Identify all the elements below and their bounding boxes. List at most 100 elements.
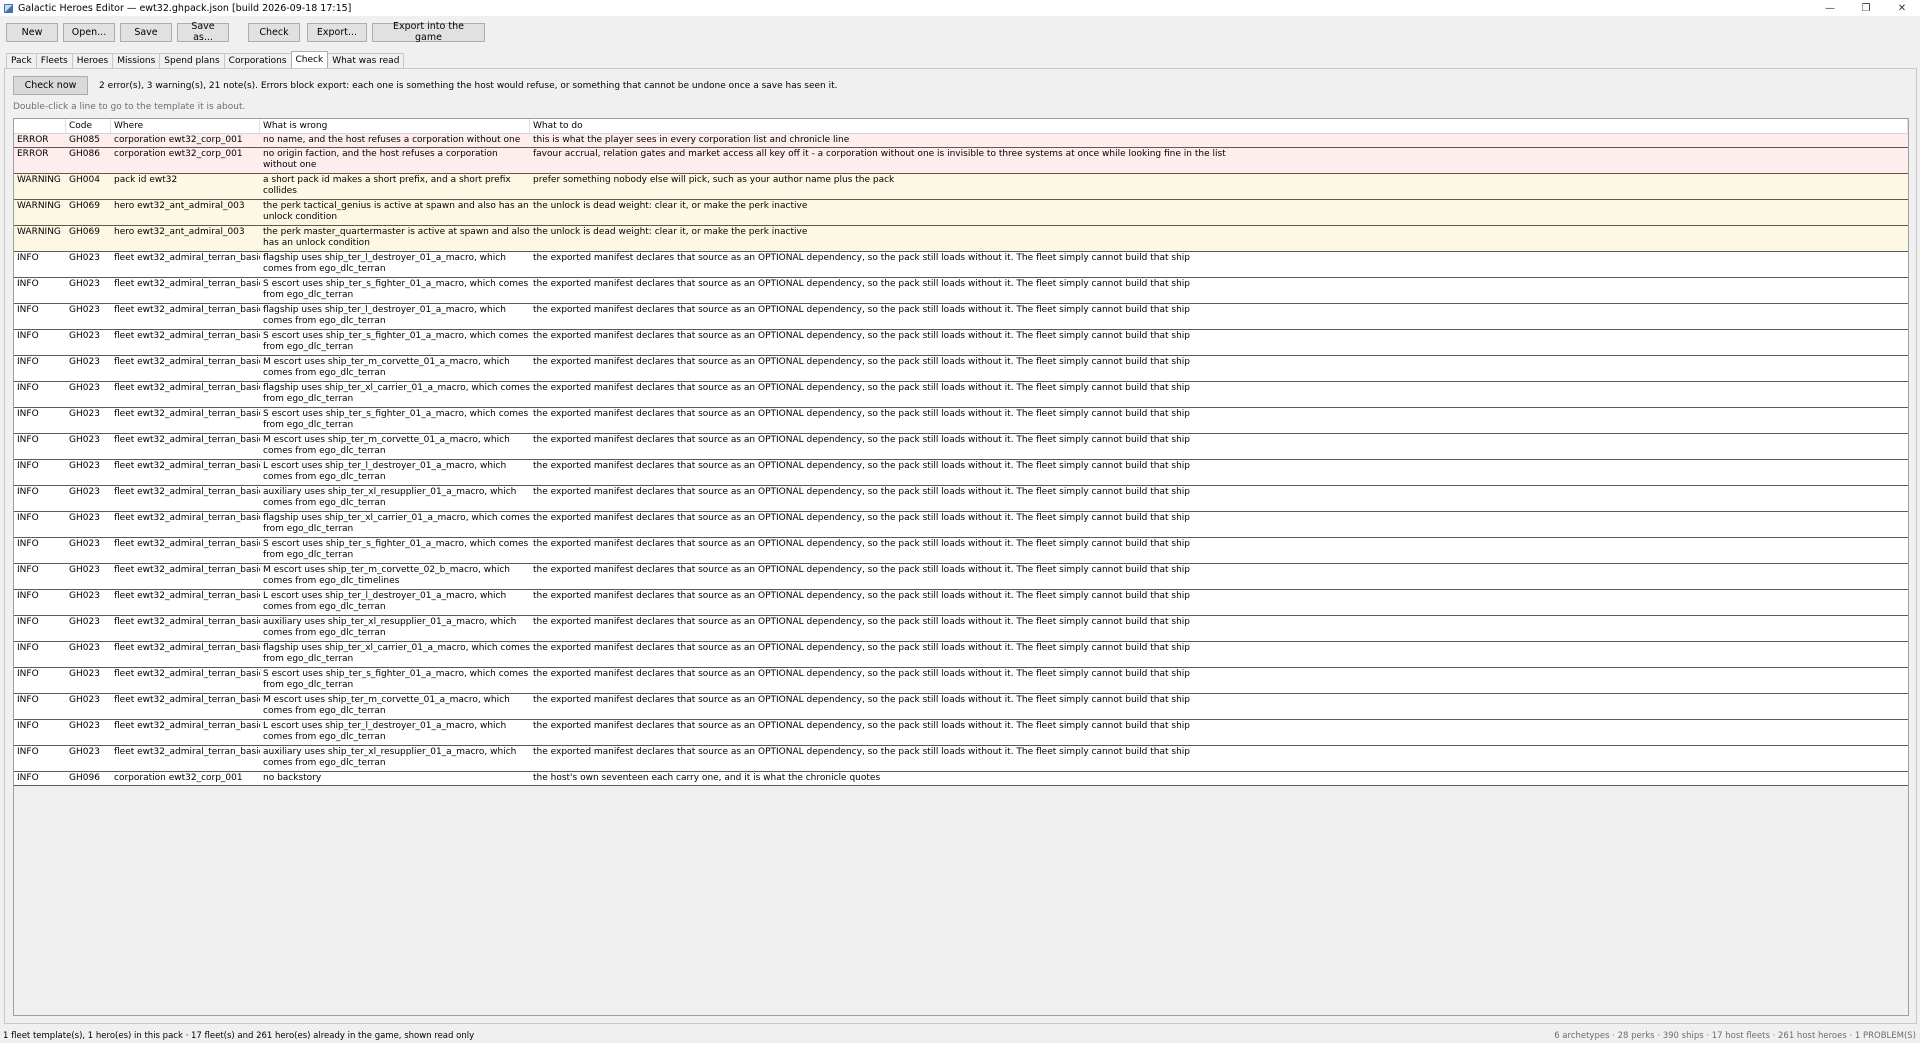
tab-check[interactable]: Check [290,51,329,68]
table-row[interactable]: WARNING GH004 pack id ewt32 a short pack id… [14,174,1908,200]
new-button[interactable]: New [6,22,58,42]
check-now-button[interactable]: Check now [13,76,88,95]
table-row[interactable]: INFO GH023 fleet ewt32_admiral_terran_basi… [14,746,1908,772]
row-severity: INFO [17,253,39,263]
row-where: fleet ewt32_admiral_terran_basic tier [114,747,260,757]
window-title: Galactic Heroes Editor — ewt32.ghpack.js… [18,2,352,14]
table-row[interactable]: INFO GH023 fleet ewt32_admiral_terran_basi… [14,616,1908,642]
row-where: fleet ewt32_admiral_terran_basic tier [114,565,260,575]
row-where: fleet ewt32_admiral_terran_basic tier [114,253,260,263]
tab-fleets[interactable]: Fleets [35,53,73,68]
save-as-button[interactable]: Save as... [177,21,229,43]
row-where: fleet ewt32_admiral_terran_basic tier [114,617,260,627]
table-row[interactable]: WARNING GH069 hero ewt32_ant_admiral_003 th… [14,200,1908,226]
table-row[interactable]: INFO GH023 fleet ewt32_admiral_terran_basi… [14,304,1908,330]
row-what-is-wrong: auxiliary uses ship_ter_xl_resupplier_01… [263,747,517,768]
row-code: GH023 [69,669,100,679]
column-header-code[interactable]: Code [66,119,111,133]
row-where: corporation ewt32_corp_001 [114,773,243,783]
table-row[interactable]: INFO GH023 fleet ewt32_admiral_terran_basi… [14,278,1908,304]
row-where: fleet ewt32_admiral_terran_basic tier [114,305,260,315]
column-header-where[interactable]: Where [111,119,260,133]
row-severity: INFO [17,279,39,289]
tab-pack[interactable]: Pack [6,53,37,68]
row-what-is-wrong: auxiliary uses ship_ter_xl_resupplier_01… [263,617,517,638]
row-severity: WARNING [17,201,61,211]
export-button[interactable]: Export... [307,22,367,42]
column-header-what-is-wrong[interactable]: What is wrong [260,119,530,133]
table-row[interactable]: INFO GH096 corporation ewt32_corp_001 no ba… [14,772,1908,786]
table-row[interactable]: INFO GH023 fleet ewt32_admiral_terran_basi… [14,408,1908,434]
row-code: GH023 [69,461,100,471]
table-row[interactable]: INFO GH023 fleet ewt32_admiral_terran_basi… [14,252,1908,278]
row-what-to-do: the unlock is dead weight: clear it, or … [533,227,808,237]
maximize-button[interactable]: ❐ [1848,0,1884,16]
row-what-to-do: the exported manifest declares that sour… [533,747,1191,757]
row-severity: INFO [17,721,39,731]
table-row[interactable]: INFO GH023 fleet ewt32_admiral_terran_basi… [14,460,1908,486]
row-where: corporation ewt32_corp_001 [114,149,243,159]
column-header-severity[interactable] [14,119,66,133]
table-row[interactable]: INFO GH023 fleet ewt32_admiral_terran_basi… [14,590,1908,616]
table-row[interactable]: INFO GH023 fleet ewt32_admiral_terran_basi… [14,694,1908,720]
row-code: GH023 [69,487,100,497]
row-where: fleet ewt32_admiral_terran_basic tier [114,539,260,549]
row-what-to-do: the host's own seventeen each carry one,… [533,773,881,783]
tab-what-was-read[interactable]: What was read [327,53,405,68]
row-severity: WARNING [17,227,61,237]
save-button[interactable]: Save [120,22,172,42]
row-what-is-wrong: the perk tactical_genius is active at sp… [263,201,529,222]
check-button[interactable]: Check [248,22,300,42]
row-severity: INFO [17,331,39,341]
table-row[interactable]: INFO GH023 fleet ewt32_admiral_terran_basi… [14,486,1908,512]
row-what-is-wrong: M escort uses ship_ter_m_corvette_01_a_m… [263,695,510,716]
table-row[interactable]: WARNING GH069 hero ewt32_ant_admiral_003 th… [14,226,1908,252]
column-header-what-to-do[interactable]: What to do [530,119,1908,133]
row-where: fleet ewt32_admiral_terran_basic tier [114,461,260,471]
table-row[interactable]: INFO GH023 fleet ewt32_admiral_terran_basi… [14,564,1908,590]
row-what-is-wrong: flagship uses ship_ter_xl_carrier_01_a_m… [263,513,530,534]
row-severity: INFO [17,695,39,705]
row-what-is-wrong: M escort uses ship_ter_m_corvette_01_a_m… [263,357,510,378]
row-where: fleet ewt32_admiral_terran_basic tier [114,279,260,289]
table-row[interactable]: INFO GH023 fleet ewt32_admiral_terran_basi… [14,330,1908,356]
table-row[interactable]: INFO GH023 fleet ewt32_admiral_terran_basi… [14,538,1908,564]
row-severity: INFO [17,539,39,549]
row-what-is-wrong: S escort uses ship_ter_s_fighter_01_a_ma… [263,331,529,352]
table-row[interactable]: ERROR GH085 corporation ewt32_corp_001 no n… [14,134,1908,148]
tab-missions[interactable]: Missions [112,53,161,68]
row-severity: WARNING [17,175,61,185]
tab-heroes[interactable]: Heroes [71,53,114,68]
table-row[interactable]: INFO GH023 fleet ewt32_admiral_terran_basi… [14,382,1908,408]
row-code: GH023 [69,695,100,705]
row-what-is-wrong: no origin faction, and the host refuses … [263,149,498,170]
export-into-game-button[interactable]: Export into the game [372,21,485,43]
row-code: GH023 [69,279,100,289]
row-code: GH023 [69,513,100,523]
table-row[interactable]: INFO GH023 fleet ewt32_admiral_terran_basi… [14,642,1908,668]
table-row[interactable]: INFO GH023 fleet ewt32_admiral_terran_basi… [14,512,1908,538]
app-icon [4,3,13,13]
toolbar: New Open... Save Save as... Check Export… [0,17,1920,47]
table-row[interactable]: INFO GH023 fleet ewt32_admiral_terran_basi… [14,668,1908,694]
status-left: 1 fleet template(s), 1 hero(es) in this … [3,1030,475,1041]
row-what-to-do: the exported manifest declares that sour… [533,539,1191,549]
row-where: fleet ewt32_admiral_terran_basic tier [114,331,260,341]
results-header: Code Where What is wrong What to do [14,119,1908,134]
table-row[interactable]: INFO GH023 fleet ewt32_admiral_terran_basi… [14,356,1908,382]
tab-corporations[interactable]: Corporations [223,53,292,68]
tab-spend-plans[interactable]: Spend plans [159,53,225,68]
status-bar: 1 fleet template(s), 1 hero(es) in this … [0,1028,1920,1043]
table-row[interactable]: ERROR GH086 corporation ewt32_corp_001 no o… [14,148,1908,174]
row-code: GH004 [69,175,100,185]
results-table[interactable]: Code Where What is wrong What to do ERRO… [13,118,1909,1016]
row-where: fleet ewt32_admiral_terran_basic tier [114,721,260,731]
row-code: GH023 [69,747,100,757]
results-rows: ERROR GH085 corporation ewt32_corp_001 no n… [14,134,1908,786]
table-row[interactable]: INFO GH023 fleet ewt32_admiral_terran_basi… [14,434,1908,460]
minimize-button[interactable]: — [1812,0,1848,16]
close-button[interactable]: ✕ [1884,0,1920,16]
open-button[interactable]: Open... [63,22,115,42]
table-row[interactable]: INFO GH023 fleet ewt32_admiral_terran_basi… [14,720,1908,746]
row-what-is-wrong: auxiliary uses ship_ter_xl_resupplier_01… [263,487,517,508]
